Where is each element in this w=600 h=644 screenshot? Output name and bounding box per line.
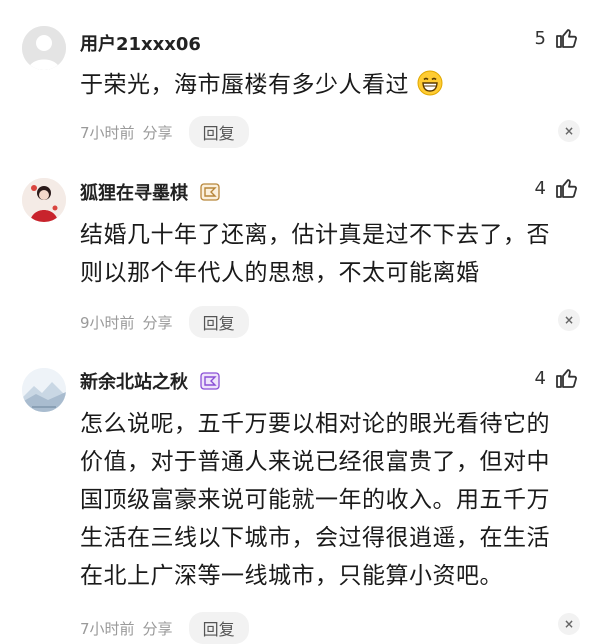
reply-button[interactable]: 回复 (188, 116, 249, 148)
comment-meta: 9小时前 分享 回复 (80, 306, 249, 338)
like-count: 4 (534, 367, 546, 389)
comment-text-line: 怎么说呢，五千万要以相对论的眼光看待它的 (80, 411, 550, 437)
comment-item: 新余北站之秋 4 怎么说呢，五千万要以相对论的眼光看待它的 价值，对于普通人来说… (0, 350, 600, 644)
comment-meta: 7小时前 分享 回复 (80, 612, 249, 644)
like-count: 5 (534, 27, 546, 49)
default-avatar-icon (22, 26, 66, 70)
comment-meta: 7小时前 分享 回复 (80, 116, 249, 148)
thumbs-up-icon (556, 29, 577, 48)
grinning-emoji-icon (417, 70, 443, 96)
like-button[interactable]: 4 (535, 176, 578, 200)
comment-text-line: 生活在三线以下城市，会过得很逍遥，在生活 (80, 525, 550, 551)
comment-item: 狐狸在寻墨棋 4 结婚几十年了还离，估计真是过不下去了，否 则以那个年代人的思想… (0, 160, 600, 350)
avatar[interactable] (22, 178, 66, 222)
username-text: 狐狸在寻墨棋 (80, 183, 188, 204)
comment-item: 用户21xxx06 5 于荣光，海市蜃楼有多少人看过 7小时前 分享 回复 × (0, 0, 600, 160)
comment-text-line: 价值，对于普通人来说已经很富贵了，但对中 (80, 449, 550, 475)
rank-badge-icon (200, 183, 220, 201)
user-photo-icon (22, 178, 66, 222)
timestamp: 7小时前 (80, 123, 135, 142)
thumbs-up-icon (556, 369, 577, 388)
share-button[interactable]: 分享 (143, 618, 173, 639)
username[interactable]: 狐狸在寻墨棋 (80, 179, 220, 205)
like-count: 4 (534, 177, 546, 199)
username-text: 新余北站之秋 (80, 372, 188, 393)
reply-button[interactable]: 回复 (188, 306, 249, 338)
username[interactable]: 新余北站之秋 (80, 368, 220, 394)
share-button[interactable]: 分享 (143, 122, 173, 143)
thumbs-up-icon (556, 179, 577, 198)
dismiss-close-icon[interactable]: × (558, 613, 580, 635)
timestamp: 7小时前 (80, 619, 135, 638)
comment-text-line: 则以那个年代人的思想，不太可能离婚 (80, 260, 480, 286)
avatar[interactable] (22, 26, 66, 70)
dismiss-close-icon[interactable]: × (558, 120, 580, 142)
like-button[interactable]: 4 (535, 366, 578, 390)
dismiss-close-icon[interactable]: × (558, 309, 580, 331)
avatar[interactable] (22, 368, 66, 412)
comment-text: 怎么说呢，五千万要以相对论的眼光看待它的 价值，对于普通人来说已经很富贵了，但对… (80, 405, 580, 595)
rank-badge-icon (200, 372, 220, 390)
username[interactable]: 用户21xxx06 (80, 30, 201, 56)
timestamp: 9小时前 (80, 313, 135, 332)
like-button[interactable]: 5 (535, 26, 578, 50)
reply-button[interactable]: 回复 (188, 612, 249, 644)
comment-text-line: 在北上广深等一线城市，只能算小资吧。 (80, 563, 503, 589)
landscape-avatar-icon (22, 368, 66, 412)
share-button[interactable]: 分享 (143, 312, 173, 333)
comment-text: 结婚几十年了还离，估计真是过不下去了，否 则以那个年代人的思想，不太可能离婚 (80, 216, 580, 292)
comment-text-line: 结婚几十年了还离，估计真是过不下去了，否 (80, 222, 550, 248)
comment-text-content: 于荣光，海市蜃楼有多少人看过 (80, 72, 409, 98)
comment-text: 于荣光，海市蜃楼有多少人看过 (80, 66, 580, 104)
comment-text-line: 国顶级富豪来说可能就一年的收入。用五千万 (80, 487, 550, 513)
